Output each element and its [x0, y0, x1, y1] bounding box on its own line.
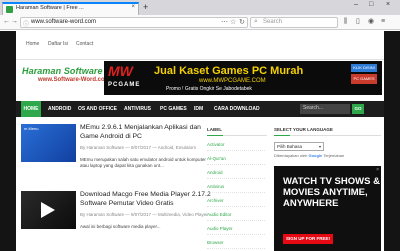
webpage-viewport: Home Daftar Isi Contact Haraman Software… [0, 31, 400, 251]
nav-android[interactable]: ANDROID [48, 101, 71, 117]
page-content: Home Daftar Isi Contact Haraman Software… [16, 31, 384, 251]
reload-icon[interactable]: ↻ [239, 18, 245, 26]
nav-cara-download[interactable]: CARA DOWNLOAD [214, 101, 260, 117]
post-excerpt: MEmu merupakan salah satu emulator andro… [80, 157, 206, 169]
banner-badge-top: KLIK DISINI [351, 64, 377, 72]
ad-signup-button[interactable]: SIGN UP FOR FREE! [283, 234, 333, 244]
site-search-placeholder: Search... [303, 105, 324, 111]
minimize-button[interactable]: – [354, 1, 358, 8]
bookmark-star-icon[interactable]: ☆ [230, 18, 236, 26]
post-excerpt: Awal ini berbagi software media player..… [80, 224, 161, 229]
nav-antivirus[interactable]: ANTIVIRUS [124, 101, 151, 117]
heading-accent [207, 135, 223, 136]
tab-bar: Haraman Software | Free ... × + – □ × [0, 0, 400, 15]
sidebar-icon[interactable]: ▯ [356, 17, 360, 27]
favicon-icon [6, 6, 13, 13]
language-heading: SELECT YOUR LANGUAGE [274, 124, 381, 136]
google-link[interactable]: Google [308, 153, 322, 158]
heading-accent [274, 135, 290, 136]
divider [16, 59, 384, 60]
account-icon[interactable]: ◉ [368, 17, 374, 27]
url-text: www.software-word.com [31, 19, 97, 25]
language-widget: SELECT YOUR LANGUAGE Pilih Bahasa ▾ Dibe… [274, 124, 381, 164]
powered-prefix: Diberdayakan oleh [274, 153, 308, 158]
banner-headline: Jual Kaset Games PC Murah [154, 65, 304, 77]
search-go-button[interactable]: GO [352, 104, 364, 114]
nav-os-and-office[interactable]: OS AND OFFICE [78, 101, 117, 117]
banner-brand: MW [108, 63, 133, 79]
main-navigation: HOME ANDROID OS AND OFFICE ANTIVIRUS PC … [16, 101, 384, 117]
maximize-button[interactable]: □ [369, 1, 373, 8]
new-tab-button[interactable]: + [143, 2, 148, 12]
post-thumbnail[interactable]: m.Menu [21, 124, 76, 162]
menu-icon[interactable]: ≡ [381, 17, 385, 27]
label-link[interactable]: Archiver [207, 194, 265, 207]
banner-promo: Promo ! Gratis Ongkir Se Jabodetabek [166, 86, 252, 92]
play-icon [41, 202, 55, 218]
powered-suffix[interactable]: Terjemahan [323, 153, 344, 158]
link-daftar-isi[interactable]: Daftar Isi [48, 41, 68, 47]
label-heading: LABEL [207, 124, 267, 136]
address-bar[interactable]: ⓘ www.software-word.com ⋯ ☆ ↻ [20, 17, 248, 28]
top-links: Home Daftar Isi Contact [16, 31, 384, 59]
logo-title: Haraman Software [22, 66, 103, 76]
search-placeholder: Search [263, 19, 283, 25]
label-link[interactable]: Audio Player [207, 222, 265, 235]
logo-subtitle: www.Software-Word.com [38, 77, 111, 83]
header-banner-ad[interactable]: MW PCGAME Jual Kaset Games PC Murah www.… [104, 61, 382, 95]
chevron-down-icon: ▾ [318, 144, 321, 149]
navigation-toolbar: ← → ⓘ www.software-word.com ⋯ ☆ ↻ ⌕ Sear… [0, 15, 400, 30]
tab-title: Haraman Software | Free ... [16, 5, 84, 11]
page-actions-icon[interactable]: ⋯ [221, 18, 228, 26]
powered-by: Diberdayakan oleh Google Terjemahan [274, 153, 344, 158]
search-field[interactable]: ⌕ Search [250, 17, 338, 28]
search-icon: ⌕ [254, 18, 258, 25]
nav-home[interactable]: HOME [21, 101, 41, 117]
tab-close-icon[interactable]: × [131, 4, 135, 10]
banner-brand-sub: PCGAME [108, 82, 141, 88]
thumbnail-label: m.Menu [24, 126, 39, 131]
label-heading-text: LABEL [207, 127, 222, 132]
post-title[interactable]: MEmu 2.9.6.1 Menjalankan Aplikasi dan Ga… [80, 124, 212, 141]
label-link[interactable]: Antivirus [207, 180, 265, 193]
label-link[interactable]: Browser [207, 236, 265, 249]
close-window-button[interactable]: × [386, 1, 390, 8]
banner-site: www.MWPCGAME.COM [199, 78, 266, 84]
banner-badge-bottom: PC GAMES [351, 74, 377, 84]
sidebar-ad[interactable]: × WATCH TV SHOWS & MOVIES ANYTIME, ANYWH… [274, 166, 381, 251]
label-link[interactable]: Audio Editor [207, 208, 265, 221]
ad-headline: WATCH TV SHOWS & MOVIES ANYTIME, ANYWHER… [283, 176, 380, 209]
browser-tab[interactable]: Haraman Software | Free ... × [2, 2, 139, 15]
post-item: m.Menu MEmu 2.9.6.1 Menjalankan Aplikasi… [21, 124, 236, 184]
label-link[interactable]: Al-Qur'an [207, 152, 265, 165]
label-link[interactable]: Activator [207, 138, 265, 151]
info-icon[interactable]: ⓘ [23, 19, 29, 28]
browser-window: Haraman Software | Free ... × + – □ × ← … [0, 0, 400, 251]
forward-button[interactable]: → [11, 17, 18, 27]
nav-pc-games[interactable]: PC GAMES [160, 101, 187, 117]
link-contact[interactable]: Contact [76, 41, 93, 47]
language-heading-text: SELECT YOUR LANGUAGE [274, 127, 333, 132]
site-search-input[interactable]: Search... [300, 104, 350, 114]
link-home[interactable]: Home [26, 41, 39, 47]
back-button[interactable]: ← [3, 17, 10, 27]
post-meta: By Haraman Software — 9/07/2017 — Androi… [80, 145, 197, 150]
site-logo[interactable]: Haraman Software www.Software-Word.com [22, 61, 110, 91]
label-widget: LABEL Activator Al-Qur'an Android Antivi… [207, 124, 267, 251]
post-meta: By Haraman Software — 9/07/2017 — Multim… [80, 212, 208, 217]
nav-idm[interactable]: IDM [194, 101, 203, 117]
post-title[interactable]: Download Macgo Free Media Player 2.17.2 … [80, 191, 212, 208]
post-thumbnail[interactable] [21, 191, 76, 229]
library-icon[interactable]: ⫼ [344, 17, 347, 27]
language-selected: Pilih Bahasa [277, 144, 303, 149]
ad-close-icon[interactable]: × [376, 167, 379, 173]
post-item: Download Macgo Free Media Player 2.17.2 … [21, 191, 236, 251]
language-select[interactable]: Pilih Bahasa ▾ [274, 142, 324, 151]
label-link[interactable]: Android [207, 166, 265, 179]
